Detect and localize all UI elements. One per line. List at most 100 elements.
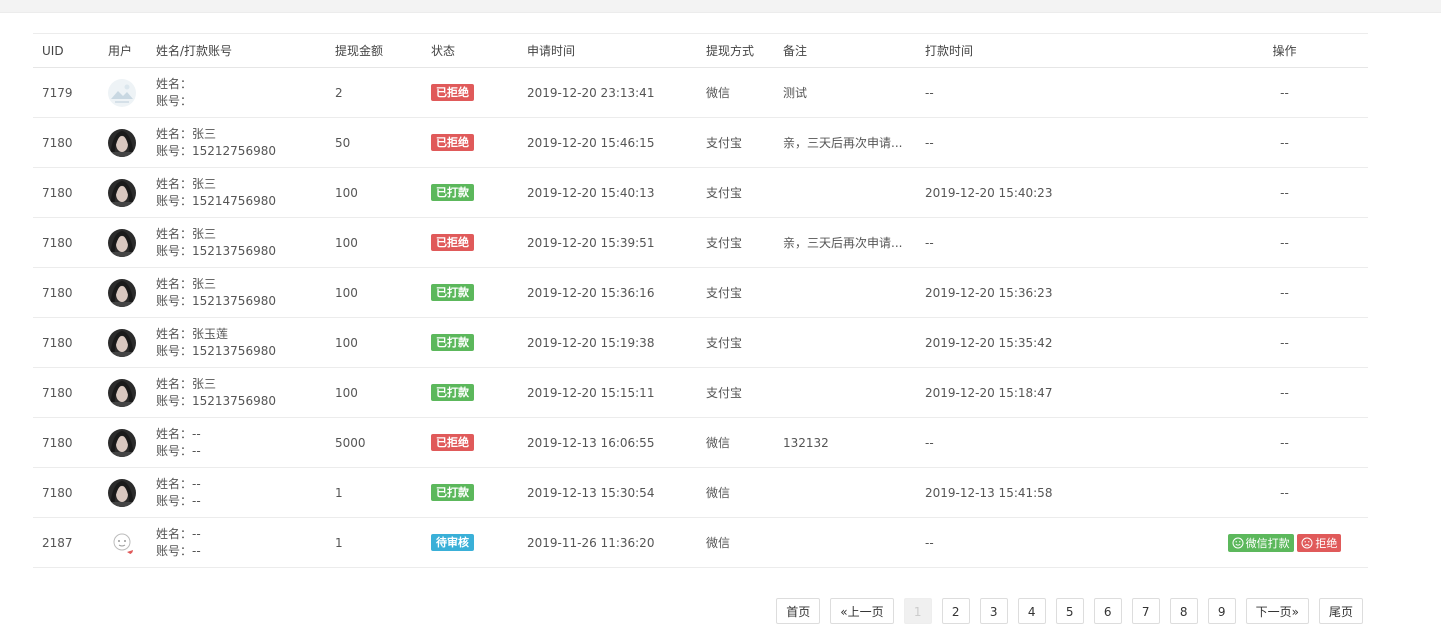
table-row: 7180 姓名：-- 账号：-- 5000 已拒绝 2019-12-13 16:06:55… bbox=[33, 418, 1368, 468]
user-cell bbox=[108, 468, 156, 518]
note-cell bbox=[783, 518, 925, 568]
name-account-cell: 姓名：-- 账号：-- bbox=[156, 518, 335, 568]
page-2-button[interactable]: 2 bbox=[941, 598, 970, 624]
pay-time-cell: 2019-12-20 15:36:23 bbox=[925, 285, 1053, 300]
action-cell: -- bbox=[1280, 435, 1289, 450]
name-account-cell: 姓名：张三 账号：15213756980 bbox=[156, 218, 335, 268]
note-text: 132132 bbox=[783, 435, 829, 450]
payee-name: 姓名：张三 bbox=[156, 126, 217, 141]
uid-cell: 7180 bbox=[42, 435, 73, 450]
page-7-button[interactable]: 7 bbox=[1131, 598, 1160, 624]
note-cell: 132132 bbox=[783, 418, 925, 468]
status-cell: 已打款 bbox=[431, 168, 527, 218]
header-method: 提现方式 bbox=[706, 44, 755, 58]
payee-account: 账号：15213756980 bbox=[156, 293, 276, 308]
pay-time-cell: -- bbox=[925, 135, 934, 150]
user-cell bbox=[108, 168, 156, 218]
payee-name: 姓名：-- bbox=[156, 476, 201, 491]
last-page-button[interactable]: 尾页 bbox=[1318, 598, 1363, 624]
status-badge: 已拒绝 bbox=[431, 84, 474, 101]
status-cell: 已拒绝 bbox=[431, 118, 527, 168]
top-bar bbox=[0, 0, 1441, 13]
action-cell: -- bbox=[1280, 135, 1289, 150]
apply-time-cell: 2019-12-20 23:13:41 bbox=[527, 85, 655, 100]
avatar bbox=[108, 128, 136, 157]
page-3-button[interactable]: 3 bbox=[979, 598, 1008, 624]
user-cell bbox=[108, 318, 156, 368]
page-4-button[interactable]: 4 bbox=[1017, 598, 1046, 624]
payee-name: 姓名：张三 bbox=[156, 226, 217, 241]
name-account-cell: 姓名：张三 账号：15214756980 bbox=[156, 168, 335, 218]
table-row: 7180 姓名：张三 账号：15213756980 100 已打款 2019-12-20 … bbox=[33, 268, 1368, 318]
payee-account: 账号：15213756980 bbox=[156, 343, 276, 358]
amount-cell: 100 bbox=[335, 385, 358, 400]
payee-name: 姓名：-- bbox=[156, 526, 201, 541]
status-badge: 已拒绝 bbox=[431, 234, 474, 251]
avatar bbox=[108, 478, 136, 507]
reject-button[interactable]: 拒绝 bbox=[1297, 533, 1342, 552]
status-cell: 已拒绝 bbox=[431, 418, 527, 468]
method-cell: 支付宝 bbox=[706, 236, 743, 250]
header-user: 用户 bbox=[108, 44, 133, 58]
amount-cell: 100 bbox=[335, 235, 358, 250]
note-cell: 亲，三天后再次申请... bbox=[783, 218, 925, 268]
name-account-cell: 姓名：张三 账号：15212756980 bbox=[156, 118, 335, 168]
note-text: 测试 bbox=[783, 86, 808, 100]
pay-time-cell: 2019-12-20 15:35:42 bbox=[925, 335, 1053, 350]
page-5-button[interactable]: 5 bbox=[1055, 598, 1084, 624]
next-page-button[interactable]: 下一页» bbox=[1245, 598, 1309, 624]
name-account-cell: 姓名：-- 账号：-- bbox=[156, 418, 335, 468]
status-cell: 已打款 bbox=[431, 268, 527, 318]
reject-label: 拒绝 bbox=[1315, 536, 1338, 550]
apply-time-cell: 2019-12-13 15:30:54 bbox=[527, 485, 655, 500]
payee-name: 姓名：张三 bbox=[156, 176, 217, 191]
apply-time-cell: 2019-12-20 15:39:51 bbox=[527, 235, 655, 250]
pay-time-cell: -- bbox=[925, 85, 934, 100]
status-cell: 待审核 bbox=[431, 518, 527, 568]
table-row: 7180 姓名：张三 账号：15213756980 100 已拒绝 2019-12-20 … bbox=[33, 218, 1368, 268]
avatar bbox=[108, 328, 136, 357]
apply-time-cell: 2019-12-13 16:06:55 bbox=[527, 435, 655, 450]
uid-cell: 2187 bbox=[42, 535, 73, 550]
pay-time-cell: 2019-12-20 15:18:47 bbox=[925, 385, 1053, 400]
note-cell bbox=[783, 368, 925, 418]
page-9-button[interactable]: 9 bbox=[1207, 598, 1236, 624]
table-header-row: UID 用户 姓名/打款账号 提现金额 状态 申请时间 提现方式 备注 打款时间… bbox=[33, 33, 1368, 68]
status-badge: 已打款 bbox=[431, 184, 474, 201]
amount-cell: 1 bbox=[335, 485, 343, 500]
method-cell: 微信 bbox=[706, 486, 731, 500]
user-cell bbox=[108, 268, 156, 318]
wechat-pay-button[interactable]: 微信打款 bbox=[1227, 533, 1294, 552]
user-cell bbox=[108, 68, 156, 118]
note-cell bbox=[783, 268, 925, 318]
status-badge: 已打款 bbox=[431, 484, 474, 501]
apply-time-cell: 2019-12-20 15:15:11 bbox=[527, 385, 655, 400]
action-cell: -- bbox=[1280, 235, 1289, 250]
header-note: 备注 bbox=[783, 44, 808, 58]
wechat-pay-label: 微信打款 bbox=[1245, 536, 1290, 550]
payee-name: 姓名：张玉莲 bbox=[156, 326, 229, 341]
withdrawal-table: UID 用户 姓名/打款账号 提现金额 状态 申请时间 提现方式 备注 打款时间… bbox=[33, 33, 1368, 568]
action-cell: -- bbox=[1280, 285, 1289, 300]
page-6-button[interactable]: 6 bbox=[1093, 598, 1122, 624]
first-page-button[interactable]: 首页 bbox=[776, 598, 821, 624]
payee-account: 账号：-- bbox=[156, 493, 201, 508]
payee-name: 姓名：张三 bbox=[156, 276, 217, 291]
action-cell: -- bbox=[1280, 335, 1289, 350]
status-cell: 已打款 bbox=[431, 368, 527, 418]
page-8-button[interactable]: 8 bbox=[1169, 598, 1198, 624]
action-cell: -- bbox=[1280, 385, 1289, 400]
avatar bbox=[108, 228, 136, 257]
note-cell bbox=[783, 318, 925, 368]
uid-cell: 7180 bbox=[42, 235, 73, 250]
payee-account: 账号：-- bbox=[156, 543, 201, 558]
payee-name: 姓名：张三 bbox=[156, 376, 217, 391]
pay-time-cell: -- bbox=[925, 535, 934, 550]
avatar bbox=[108, 428, 136, 457]
prev-page-button[interactable]: «上一页 bbox=[830, 598, 894, 624]
uid-cell: 7179 bbox=[42, 85, 73, 100]
name-account-cell: 姓名： 账号： bbox=[156, 68, 335, 118]
apply-time-cell: 2019-12-20 15:46:15 bbox=[527, 135, 655, 150]
apply-time-cell: 2019-12-20 15:40:13 bbox=[527, 185, 655, 200]
note-cell bbox=[783, 168, 925, 218]
